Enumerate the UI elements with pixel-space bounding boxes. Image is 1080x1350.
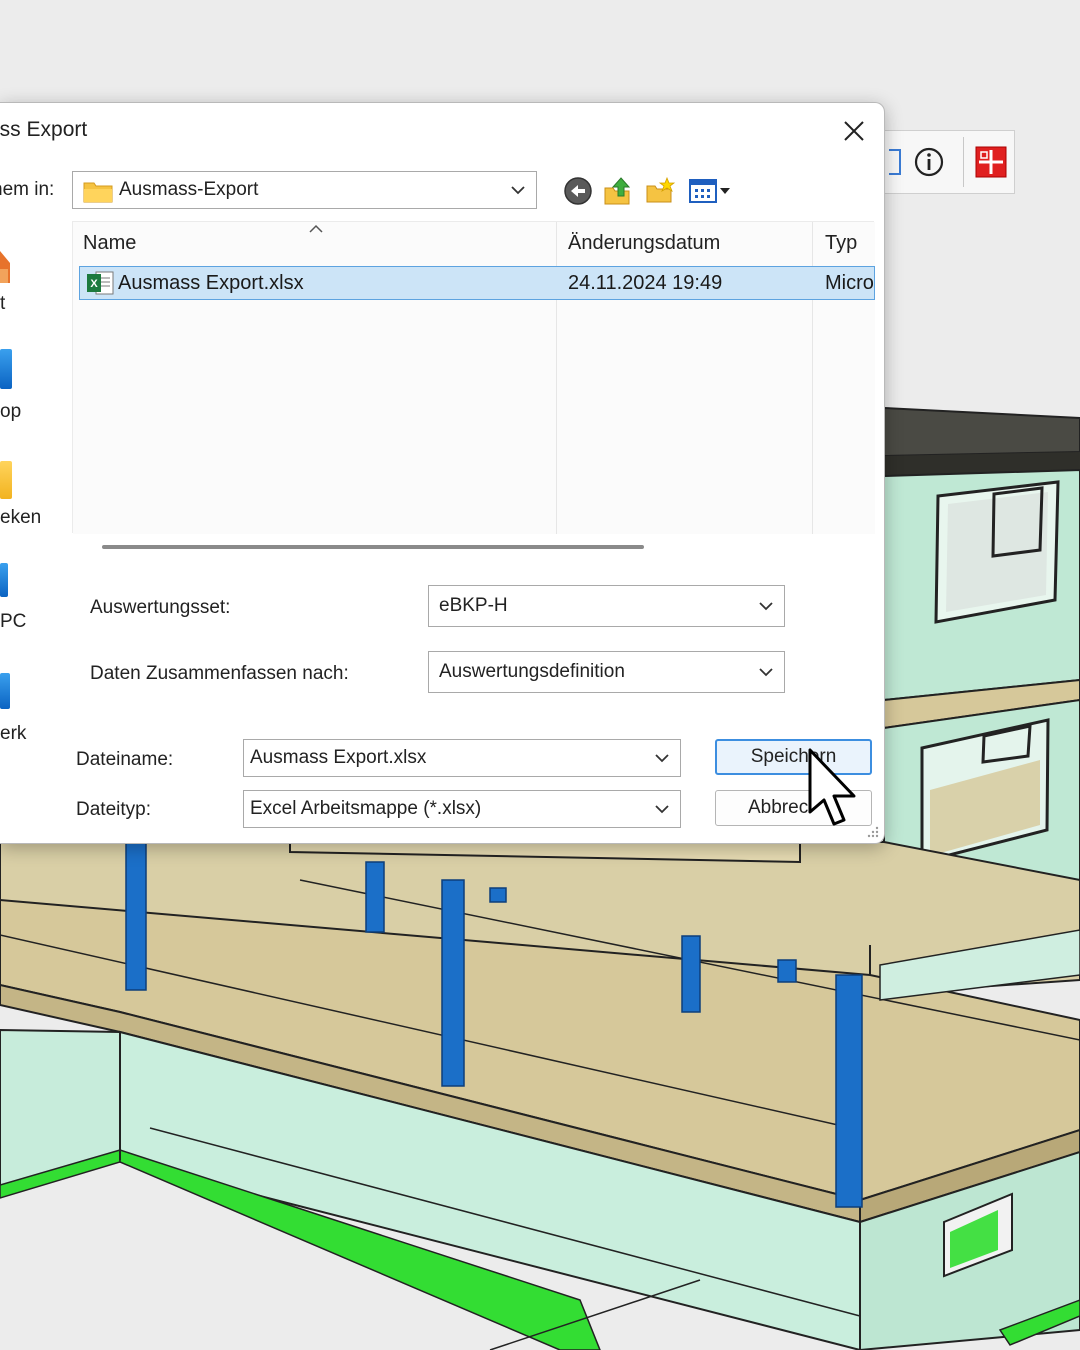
chevron-down-icon <box>655 754 669 763</box>
tool-button-partial[interactable] <box>881 131 909 193</box>
filetype-value: Excel Arbeitsmappe (*.xlsx) <box>250 798 482 819</box>
filename-combobox[interactable]: Ausmass Export.xlsx <box>243 739 681 777</box>
file-name: Ausmass Export.xlsx <box>118 271 304 294</box>
place-label: PC <box>0 611 27 632</box>
auswertungsset-label: Auswertungsset: <box>90 597 231 618</box>
new-folder-button[interactable] <box>642 173 678 209</box>
place-item-home[interactable]: t <box>0 243 60 333</box>
up-folder-button[interactable] <box>600 173 636 209</box>
svg-text:X: X <box>90 278 98 290</box>
view-grid-icon <box>689 179 730 203</box>
place-item-libraries[interactable]: eken <box>0 457 60 547</box>
place-item-network[interactable]: erk <box>0 671 60 761</box>
chevron-down-icon <box>511 186 525 195</box>
column-header-type[interactable]: Typ <box>825 222 875 264</box>
info-button[interactable] <box>911 131 947 193</box>
tool-icon <box>889 149 901 175</box>
dialog-title: ass Export <box>0 118 88 141</box>
place-label: t <box>0 293 6 314</box>
chevron-down-icon <box>759 602 773 611</box>
info-icon <box>914 147 944 177</box>
libraries-icon <box>0 461 12 499</box>
save-dialog: ass Export hem in: Ausmass-Export <box>0 102 885 844</box>
up-folder-icon <box>604 177 631 205</box>
close-button[interactable] <box>832 111 876 151</box>
folder-icon <box>83 182 113 203</box>
excel-file-icon: X <box>87 271 114 295</box>
network-icon <box>0 673 10 709</box>
home-icon <box>0 251 10 283</box>
place-label: erk <box>0 723 27 744</box>
new-folder-icon <box>646 176 675 203</box>
place-item-this-pc[interactable]: PC <box>0 559 60 649</box>
file-list[interactable]: Name Änderungsdatum Typ X Ausmass Export… <box>72 221 875 534</box>
auswertungsset-dropdown[interactable]: eBKP-H <box>428 585 785 627</box>
filename-label: Dateiname: <box>76 749 174 770</box>
this-pc-icon <box>0 563 8 597</box>
filetype-dropdown[interactable]: Excel Arbeitsmappe (*.xlsx) <box>243 790 681 828</box>
crosshair-box-icon <box>975 146 1007 178</box>
file-date: 24.11.2024 19:49 <box>568 271 723 294</box>
places-sidebar: t op eken PC erk <box>0 223 66 783</box>
place-label: eken <box>0 507 42 528</box>
dialog-titlebar[interactable]: ass Export <box>0 103 884 155</box>
auswertungsset-value: eBKP-H <box>439 595 508 616</box>
chevron-down-icon <box>655 805 669 814</box>
mouse-pointer-icon <box>808 748 856 826</box>
horizontal-scrollbar[interactable] <box>102 545 644 549</box>
place-label: op <box>0 401 22 422</box>
chevron-down-icon <box>759 668 773 677</box>
file-row[interactable]: X Ausmass Export.xlsx 24.11.2024 19:49 M… <box>79 266 875 300</box>
file-type: Micro <box>825 271 874 294</box>
look-in-value: Ausmass-Export <box>119 179 259 200</box>
resize-grip-icon[interactable] <box>866 825 880 839</box>
column-header-name[interactable]: Name <box>83 222 553 264</box>
desktop-icon <box>0 349 12 389</box>
toolbar-separator <box>963 137 964 187</box>
filetype-label: Dateityp: <box>76 799 151 820</box>
look-in-dropdown[interactable]: Ausmass-Export <box>72 171 537 209</box>
view-menu-button[interactable] <box>686 173 734 209</box>
filename-value: Ausmass Export.xlsx <box>250 747 427 768</box>
close-icon <box>844 121 864 141</box>
back-arrow-icon <box>564 177 592 205</box>
look-in-label: hem in: <box>0 179 55 200</box>
zusammenfassen-dropdown[interactable]: Auswertungsdefinition <box>428 651 785 693</box>
app-toolbar <box>870 130 1015 194</box>
place-item-desktop[interactable]: op <box>0 345 60 435</box>
zusammenfassen-label: Daten Zusammenfassen nach: <box>90 663 349 684</box>
column-header-date[interactable]: Änderungsdatum <box>568 222 813 264</box>
back-button[interactable] <box>560 173 596 209</box>
snap-tool-button[interactable] <box>971 131 1011 193</box>
zusammenfassen-value: Auswertungsdefinition <box>439 661 625 682</box>
